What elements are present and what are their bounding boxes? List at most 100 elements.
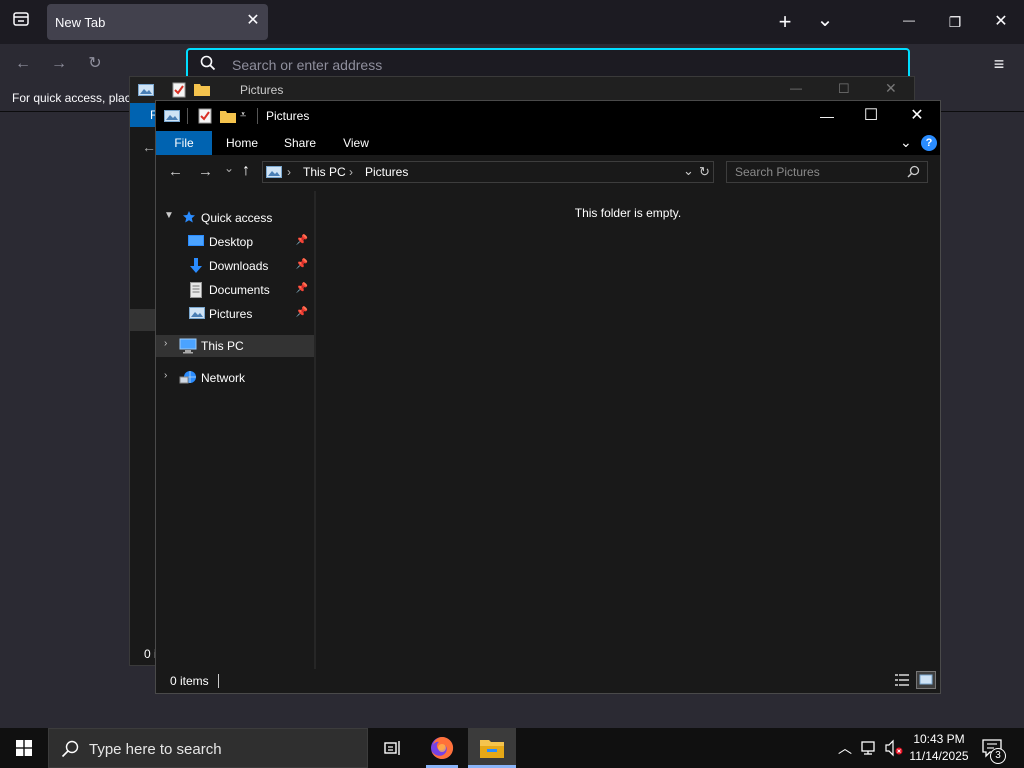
- background-minimize-icon[interactable]: —: [790, 81, 802, 95]
- background-ribbon-file-tab[interactable]: F: [130, 103, 157, 127]
- pin-icon[interactable]: 📌: [296, 307, 308, 318]
- chevron-right-icon[interactable]: ›: [164, 338, 167, 349]
- details-view-icon[interactable]: [894, 673, 910, 692]
- computer-icon: [179, 338, 197, 354]
- browser-tab-bar: New Tab ✕ + ⌄ — ❐ ✕: [0, 0, 1024, 44]
- search-box[interactable]: Search Pictures: [726, 161, 928, 183]
- breadcrumb-pictures[interactable]: Pictures: [365, 165, 408, 179]
- search-icon: [200, 55, 216, 76]
- browser-forward-button[interactable]: →: [46, 52, 72, 76]
- breadcrumb-this-pc[interactable]: This PC: [303, 165, 346, 179]
- file-explorer-icon: [480, 737, 504, 764]
- expand-ribbon-chevron-icon[interactable]: ⌄: [900, 134, 912, 151]
- taskbar-file-explorer[interactable]: [468, 728, 516, 768]
- customize-quick-access-icon[interactable]: ⩡: [240, 109, 246, 122]
- large-icons-view-icon[interactable]: [916, 671, 936, 689]
- search-icon[interactable]: [907, 165, 920, 183]
- new-folder-icon[interactable]: [220, 109, 236, 128]
- breadcrumb-separator[interactable]: ›: [349, 165, 353, 179]
- browser-minimize-button[interactable]: —: [896, 8, 922, 32]
- help-icon[interactable]: ?: [921, 135, 937, 151]
- browser-back-button[interactable]: ←: [10, 52, 36, 76]
- nav-network[interactable]: › Network: [156, 367, 314, 389]
- maximize-button[interactable]: ☐: [848, 101, 894, 131]
- taskbar: Type here to search ︿ 10:43 PM 11/14/202…: [0, 728, 1024, 768]
- nav-this-pc[interactable]: › This PC: [156, 335, 314, 357]
- browser-tab-new-tab[interactable]: New Tab ✕: [47, 4, 268, 40]
- properties-icon[interactable]: [198, 108, 212, 129]
- minimize-button[interactable]: —: [804, 101, 850, 131]
- nav-item-label: Downloads: [209, 259, 269, 273]
- tab-close-icon[interactable]: ✕: [243, 11, 263, 31]
- pin-icon[interactable]: 📌: [296, 235, 308, 246]
- browser-restore-button[interactable]: ❐: [942, 10, 968, 34]
- pin-icon[interactable]: 📌: [296, 259, 308, 270]
- task-view-button[interactable]: [370, 728, 416, 768]
- notification-count-badge: 3: [990, 748, 1006, 764]
- breadcrumb-separator[interactable]: ›: [287, 165, 291, 179]
- nav-item-label: Documents: [209, 283, 270, 297]
- nav-item-downloads[interactable]: Downloads 📌: [156, 255, 314, 277]
- up-button[interactable]: ↑: [242, 162, 250, 180]
- explorer-window[interactable]: ⩡ Pictures — ☐ ✕ File Home Share View ⌄ …: [155, 100, 941, 694]
- start-button[interactable]: [0, 728, 48, 768]
- file-list[interactable]: This folder is empty.: [316, 191, 940, 669]
- tab-file[interactable]: File: [156, 131, 212, 155]
- firefox-view-icon[interactable]: [8, 10, 34, 34]
- background-selected-nav-strip: [130, 309, 156, 331]
- browser-menu-button[interactable]: ≡: [986, 52, 1012, 76]
- search-icon: [61, 740, 79, 763]
- nav-item-documents[interactable]: Documents 📌: [156, 279, 314, 301]
- recent-locations-button[interactable]: ⌄: [224, 161, 234, 175]
- tab-share[interactable]: Share: [276, 131, 324, 155]
- volume-muted-icon[interactable]: [884, 739, 904, 762]
- pin-icon[interactable]: 📌: [296, 283, 308, 294]
- address-row: ← → ⌄ ↑ › This PC › Pictures ⌄ ↻ Search …: [156, 155, 940, 191]
- ribbon-tabs: File Home Share View ⌄ ?: [156, 131, 940, 155]
- status-divider: [218, 674, 219, 688]
- pictures-folder-icon: [164, 109, 180, 128]
- network-status-icon[interactable]: [860, 739, 878, 762]
- new-folder-icon[interactable]: [194, 82, 210, 101]
- close-button[interactable]: ✕: [894, 101, 940, 131]
- browser-reload-button[interactable]: ↻: [82, 52, 108, 76]
- address-dropdown-icon[interactable]: ⌄: [683, 163, 694, 179]
- status-bar: 0 items: [156, 669, 940, 693]
- refresh-icon[interactable]: ↻: [699, 164, 710, 180]
- pictures-folder-icon: [266, 165, 282, 184]
- back-button[interactable]: ←: [168, 163, 183, 180]
- nav-item-pictures[interactable]: Pictures 📌: [156, 303, 314, 325]
- pictures-icon: [189, 306, 205, 322]
- show-hidden-icons-chevron-icon[interactable]: ︿: [838, 738, 852, 758]
- taskbar-search-box[interactable]: Type here to search: [48, 728, 368, 768]
- windows-logo-icon: [16, 740, 32, 761]
- clock-time[interactable]: 10:43 PM: [912, 732, 966, 746]
- nav-quick-access[interactable]: ▼ Quick access: [156, 207, 314, 229]
- firefox-icon: [430, 736, 454, 765]
- background-close-icon[interactable]: ✕: [885, 80, 897, 97]
- bookmarks-hint-text: For quick access, place: [12, 91, 138, 105]
- url-placeholder: Search or enter address: [232, 57, 383, 73]
- clock-date[interactable]: 11/14/2025: [906, 749, 972, 763]
- chevron-right-icon[interactable]: ›: [164, 370, 167, 381]
- download-arrow-icon: [189, 258, 205, 274]
- navigation-pane: ▼ Quick access Desktop 📌 Downloads 📌 Doc: [156, 191, 314, 669]
- explorer-titlebar[interactable]: ⩡ Pictures — ☐ ✕: [156, 101, 940, 131]
- background-window-title: Pictures: [240, 83, 284, 97]
- background-maximize-icon[interactable]: ☐: [838, 81, 850, 97]
- window-title: Pictures: [266, 109, 310, 123]
- taskbar-firefox[interactable]: [418, 728, 466, 768]
- background-back-icon[interactable]: ←: [142, 139, 156, 155]
- tab-home[interactable]: Home: [218, 131, 266, 155]
- task-view-icon: [384, 739, 402, 762]
- address-bar[interactable]: › This PC › Pictures ⌄ ↻: [262, 161, 714, 183]
- new-tab-button[interactable]: +: [772, 10, 798, 34]
- nav-item-desktop[interactable]: Desktop 📌: [156, 231, 314, 253]
- forward-button[interactable]: →: [198, 163, 213, 180]
- tab-view[interactable]: View: [332, 131, 380, 155]
- item-count: 0 items: [170, 674, 209, 688]
- list-all-tabs-button[interactable]: ⌄: [812, 8, 838, 32]
- network-icon: [179, 370, 196, 386]
- browser-close-button[interactable]: ✕: [988, 10, 1014, 34]
- chevron-down-icon[interactable]: ▼: [164, 210, 174, 221]
